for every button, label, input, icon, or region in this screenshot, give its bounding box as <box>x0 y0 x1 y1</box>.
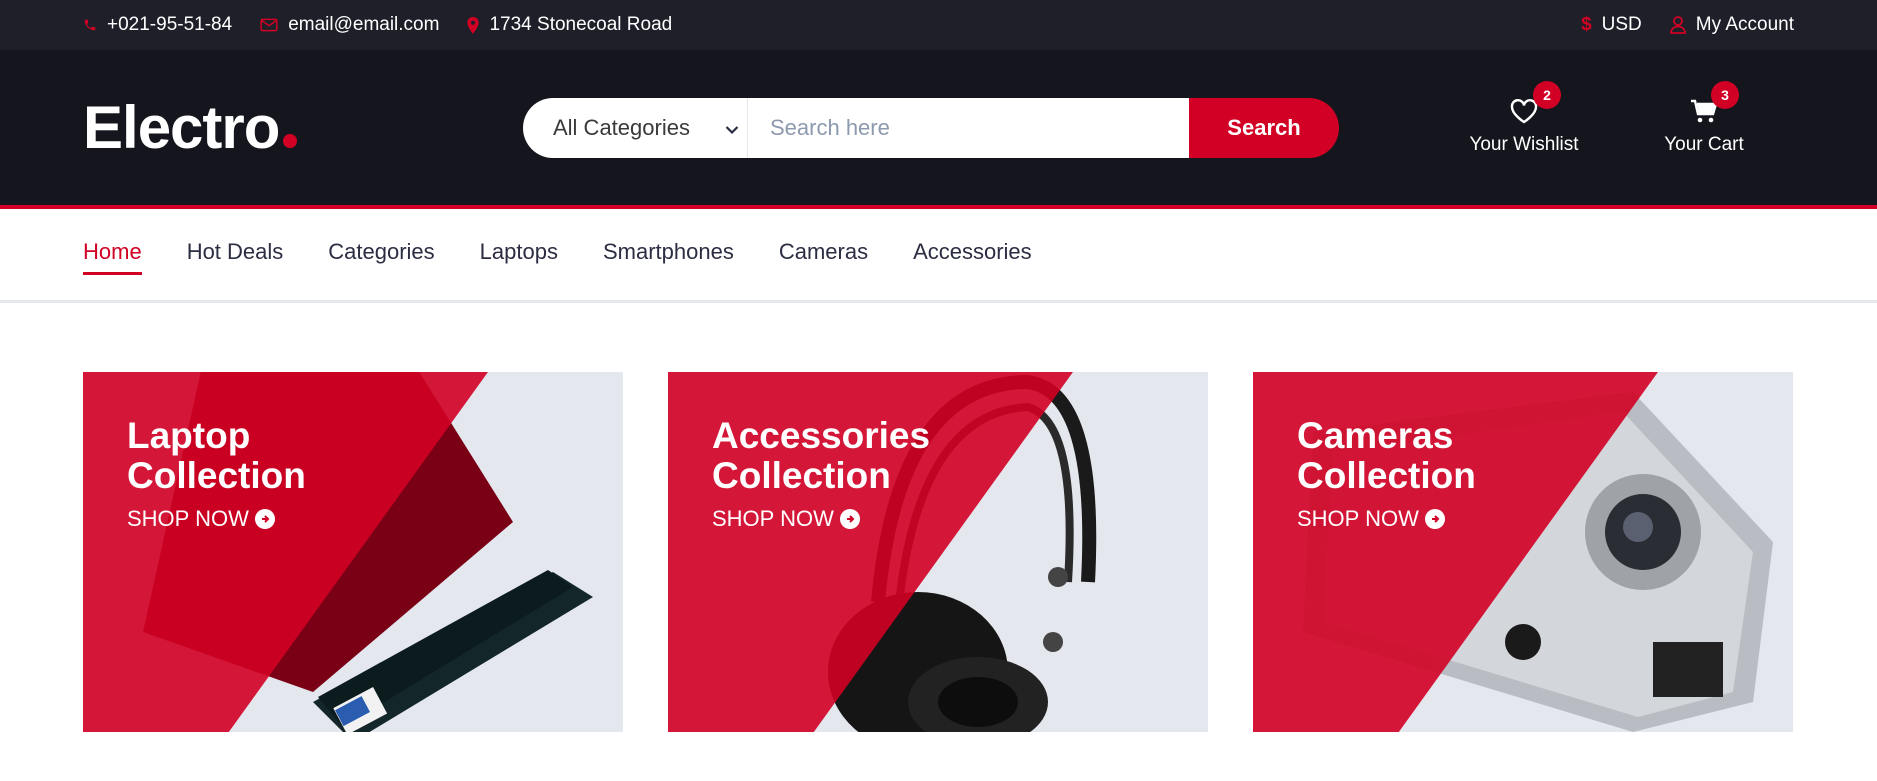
currency-selector[interactable]: $ USD <box>1581 14 1642 36</box>
map-marker-icon <box>467 16 480 34</box>
cart-label: Your Cart <box>1664 134 1744 155</box>
nav-item-smartphones[interactable]: Smartphones <box>603 239 734 271</box>
cart-link[interactable]: Your Cart 3 <box>1639 81 1769 156</box>
collection-title: Cameras Collection <box>1297 415 1476 496</box>
nav-item-cameras[interactable]: Cameras <box>779 239 868 271</box>
logo-dot <box>283 134 298 148</box>
heart-icon <box>1510 99 1538 134</box>
collection-text: Laptop Collection SHOP NOW <box>127 416 306 532</box>
wishlist-label: Your Wishlist <box>1469 134 1579 155</box>
nav-item-laptops[interactable]: Laptops <box>480 239 558 271</box>
header-actions: Your Wishlist 2 Your Cart 3 <box>1459 81 1769 156</box>
user-icon <box>1669 16 1686 34</box>
category-select[interactable]: All Categories <box>523 97 748 158</box>
nav-item-categories[interactable]: Categories <box>328 239 434 271</box>
logo-text: Electro <box>83 94 280 161</box>
address-text: 1734 Stonecoal Road <box>489 14 673 35</box>
phone-link[interactable]: +021-95-51-84 <box>83 14 232 36</box>
address-link[interactable]: 1734 Stonecoal Road <box>467 14 672 36</box>
collection-text: Cameras Collection SHOP NOW <box>1297 416 1476 532</box>
my-account-link[interactable]: My Account <box>1669 14 1794 36</box>
main-header: Electro All Categories Search Your Wishl… <box>0 50 1877 205</box>
nav-item-accessories[interactable]: Accessories <box>913 239 1032 271</box>
phone-number: +021-95-51-84 <box>107 14 233 35</box>
dollar-icon: $ <box>1581 14 1592 35</box>
top-bar: +021-95-51-84 email@email.com 1734 Stone… <box>0 0 1877 50</box>
chevron-down-icon <box>725 115 739 141</box>
wishlist-count-badge: 2 <box>1533 81 1561 109</box>
arrow-circle-right-icon <box>1424 509 1445 529</box>
shop-now-link[interactable]: SHOP NOW <box>127 506 306 532</box>
site-logo[interactable]: Electro <box>83 93 523 162</box>
collections-section: Laptop Collection SHOP NOW Accessories Col… <box>0 372 1877 732</box>
my-account-label: My Account <box>1695 14 1794 35</box>
top-bar-contact: +021-95-51-84 email@email.com 1734 Stone… <box>83 14 672 36</box>
phone-icon <box>83 18 97 32</box>
collection-text: Accessories Collection SHOP NOW <box>712 416 930 532</box>
main-navigation: Home Hot Deals Categories Laptops Smartp… <box>0 209 1877 303</box>
search-form: All Categories Search <box>523 97 1339 158</box>
collection-title: Laptop Collection <box>127 415 306 496</box>
shop-now-link[interactable]: SHOP NOW <box>1297 506 1476 532</box>
arrow-circle-right-icon <box>254 509 275 529</box>
search-button[interactable]: Search <box>1189 97 1339 158</box>
collection-title: Accessories Collection <box>712 415 931 496</box>
collection-card-cameras[interactable]: Cameras Collection SHOP NOW <box>1253 372 1793 732</box>
envelope-icon <box>260 18 278 32</box>
nav-item-hot-deals[interactable]: Hot Deals <box>187 239 284 271</box>
email-address: email@email.com <box>288 14 440 35</box>
email-link[interactable]: email@email.com <box>260 14 439 36</box>
cart-count-badge: 3 <box>1711 81 1739 109</box>
wishlist-link[interactable]: Your Wishlist 2 <box>1459 81 1589 156</box>
shop-now-link[interactable]: SHOP NOW <box>712 506 930 532</box>
collection-card-laptop[interactable]: Laptop Collection SHOP NOW <box>83 372 623 732</box>
collection-card-accessories[interactable]: Accessories Collection SHOP NOW <box>668 372 1208 732</box>
top-bar-account: $ USD My Account <box>1581 14 1794 36</box>
currency-label: USD <box>1601 14 1642 35</box>
nav-item-home[interactable]: Home <box>83 239 142 275</box>
category-selected-value: All Categories <box>553 114 690 140</box>
search-input[interactable] <box>748 97 1189 158</box>
arrow-circle-right-icon <box>839 509 860 529</box>
